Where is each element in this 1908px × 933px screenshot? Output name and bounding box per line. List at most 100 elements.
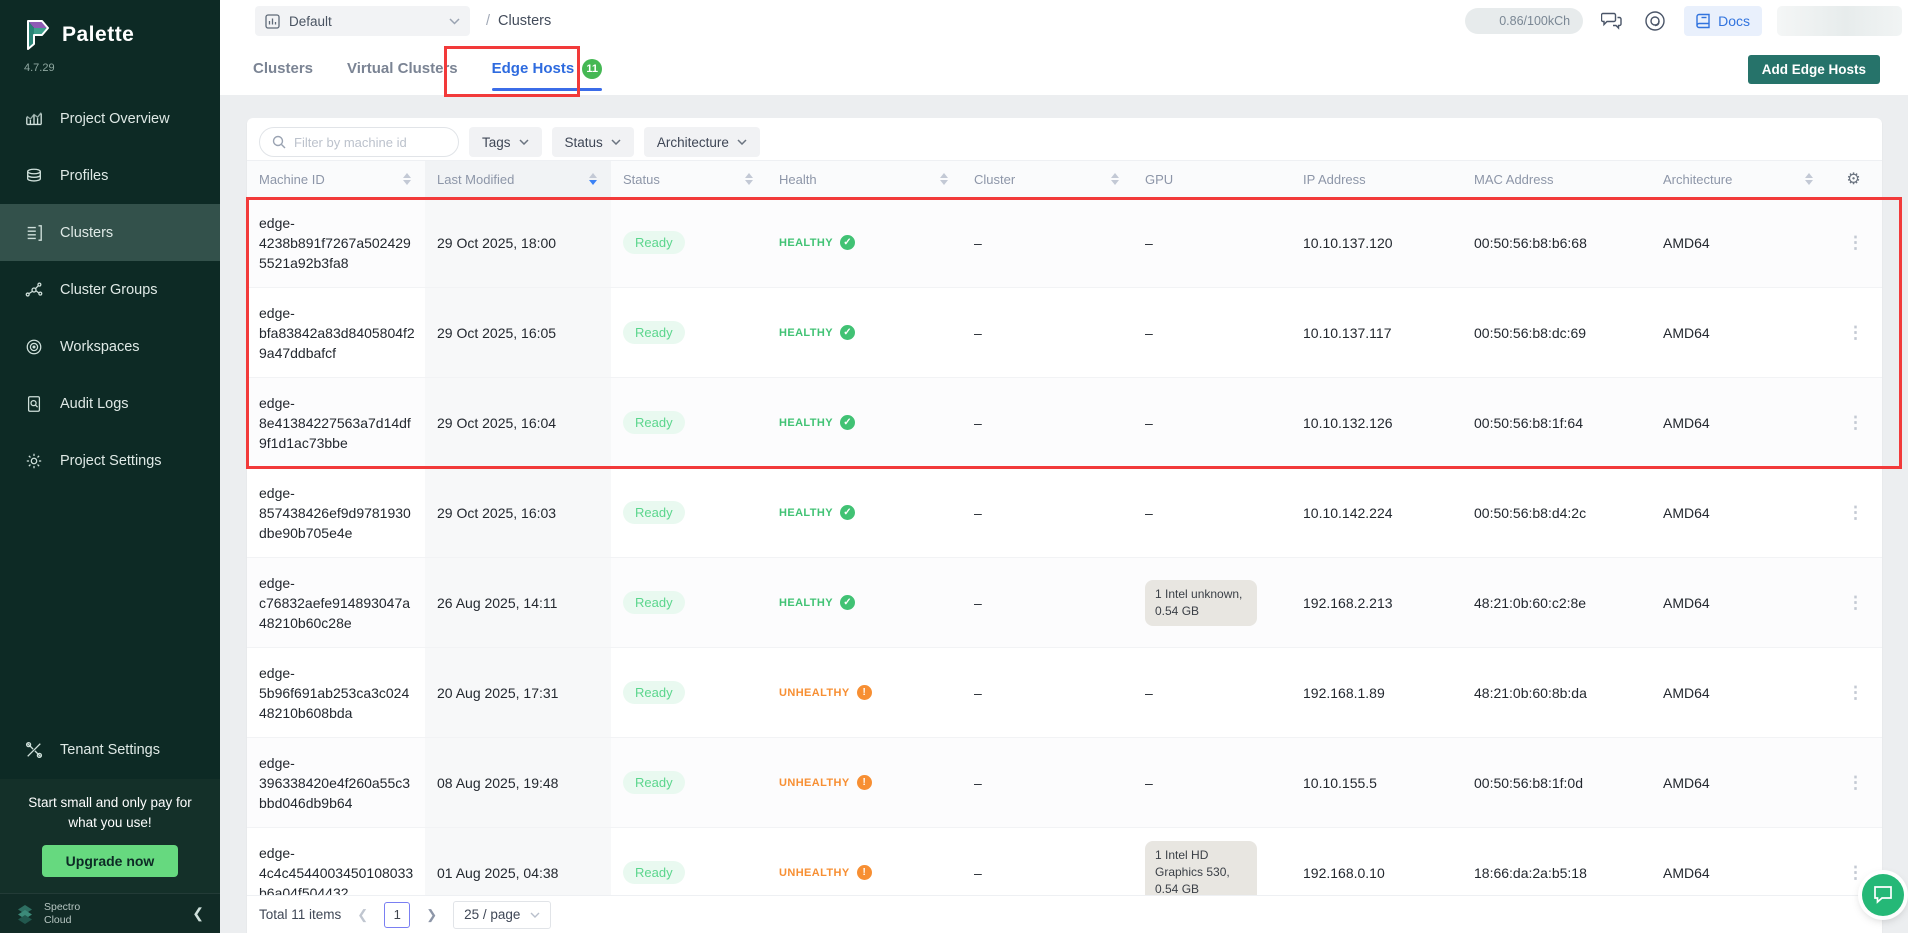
last-modified-cell: 26 Aug 2025, 14:11: [425, 558, 611, 647]
filter-architecture-dropdown[interactable]: Architecture: [644, 127, 760, 157]
support-icon[interactable]: [1641, 7, 1669, 35]
chevron-down-icon: [611, 139, 621, 145]
ip-address-cell: 192.168.1.89: [1291, 648, 1462, 737]
architecture-cell: AMD64: [1651, 648, 1827, 737]
sidebar-item-audit-logs[interactable]: Audit Logs: [0, 375, 220, 432]
total-items-label: Total 11 items: [259, 907, 341, 922]
user-avatar[interactable]: [1777, 6, 1902, 36]
healthy-check-icon: ✓: [840, 235, 855, 250]
cluster-cell: –: [962, 558, 1133, 647]
status-badge: Ready: [623, 411, 685, 434]
target-icon: [24, 337, 44, 357]
status-badge: Ready: [623, 591, 685, 614]
breadcrumb-current[interactable]: Clusters: [498, 13, 551, 29]
health-cell: HEALTHY ✓: [767, 558, 962, 647]
machine-id-cell: edge-c76832aefe914893047a48210b60c28e: [259, 573, 415, 633]
gpu-cell: –: [1133, 288, 1291, 377]
column-header-health[interactable]: Health: [767, 161, 962, 197]
sort-icon: [403, 173, 411, 185]
next-page-icon[interactable]: ❯: [424, 907, 439, 923]
column-settings-gear-icon[interactable]: ⚙: [1827, 161, 1882, 197]
breadcrumb: / Clusters: [486, 13, 551, 29]
table-row[interactable]: edge-bfa83842a83d8405804f29a47ddbafcf 29…: [247, 288, 1882, 378]
sidebar-nav: Project Overview Profiles Clusters Clust…: [0, 90, 220, 489]
machine-id-cell: edge-4238b891f7267a5024295521a92b3fa8: [259, 213, 415, 273]
sidebar-item-clusters[interactable]: Clusters: [0, 204, 220, 261]
table-row[interactable]: edge-396338420e4f260a55c3bbd046db9b64 08…: [247, 738, 1882, 828]
column-header-machine-id[interactable]: Machine ID: [247, 161, 425, 197]
row-menu-icon[interactable]: ⋮: [1839, 769, 1872, 797]
sidebar-collapse-icon[interactable]: ❮: [192, 905, 204, 922]
last-modified-cell: 29 Oct 2025, 16:04: [425, 378, 611, 467]
last-modified-cell: 29 Oct 2025, 18:00: [425, 198, 611, 287]
row-menu-icon[interactable]: ⋮: [1839, 409, 1872, 437]
sort-icon: [589, 173, 597, 185]
docs-button[interactable]: Docs: [1684, 6, 1762, 36]
mac-address-cell: 48:21:0b:60:8b:da: [1462, 648, 1651, 737]
machine-id-cell: edge-5b96f691ab253ca3c02448210b608bda: [259, 663, 415, 723]
topbar-actions: 0.86/100kCh Docs: [1465, 6, 1902, 36]
cluster-cell: –: [962, 378, 1133, 467]
cluster-cell: –: [962, 648, 1133, 737]
cluster-cell: –: [962, 198, 1133, 287]
table-row[interactable]: edge-5b96f691ab253ca3c02448210b608bda 20…: [247, 648, 1882, 738]
row-menu-icon[interactable]: ⋮: [1839, 319, 1872, 347]
column-header-last-modified[interactable]: Last Modified: [425, 161, 611, 197]
version-label: 4.7.29: [0, 54, 220, 84]
table-row[interactable]: edge-8e41384227563a7d14df9f1d1ac73bbe 29…: [247, 378, 1882, 468]
healthy-check-icon: ✓: [840, 595, 855, 610]
table-row[interactable]: edge-4238b891f7267a5024295521a92b3fa8 29…: [247, 198, 1882, 288]
sidebar-item-project-settings[interactable]: Project Settings: [0, 432, 220, 489]
tab-virtual-clusters[interactable]: Virtual Clusters: [347, 42, 458, 95]
table-row[interactable]: edge-c76832aefe914893047a48210b60c28e 26…: [247, 558, 1882, 648]
table-row[interactable]: edge-857438426ef9d9781930dbe90b705e4e 29…: [247, 468, 1882, 558]
sidebar-item-tenant-settings[interactable]: Tenant Settings: [0, 722, 220, 779]
architecture-cell: AMD64: [1651, 558, 1827, 647]
palette-logo: Palette: [0, 0, 220, 54]
mac-address-cell: 00:50:56:b8:dc:69: [1462, 288, 1651, 377]
sidebar-item-project-overview[interactable]: Project Overview: [0, 90, 220, 147]
status-badge: Ready: [623, 681, 685, 704]
tab-edge-hosts[interactable]: Edge Hosts11: [492, 42, 603, 95]
filter-dropdowns: Tags Status Architecture: [469, 127, 760, 157]
chevron-down-icon: [737, 139, 747, 145]
row-menu-icon[interactable]: ⋮: [1839, 229, 1872, 257]
column-header-status[interactable]: Status: [611, 161, 767, 197]
tab-clusters[interactable]: Clusters: [253, 42, 313, 95]
app-title: Palette: [62, 23, 134, 47]
search-icon: [272, 135, 286, 149]
page-size-select[interactable]: 25 / page: [453, 901, 551, 929]
filter-status-dropdown[interactable]: Status: [552, 127, 634, 157]
unhealthy-warning-icon: !: [857, 865, 872, 880]
column-header-architecture[interactable]: Architecture: [1651, 161, 1827, 197]
table-header: Machine ID Last Modified Status Health C…: [247, 160, 1882, 198]
column-header-mac-address[interactable]: MAC Address: [1462, 161, 1651, 197]
row-menu-icon[interactable]: ⋮: [1839, 589, 1872, 617]
chat-icon[interactable]: [1598, 7, 1626, 35]
gpu-cell: 1 Intel unknown, 0.54 GB: [1133, 558, 1291, 647]
filter-tags-dropdown[interactable]: Tags: [469, 127, 542, 157]
search-input[interactable]: [294, 135, 444, 150]
sidebar-item-workspaces[interactable]: Workspaces: [0, 318, 220, 375]
filter-bar: Tags Status Architecture: [247, 118, 1882, 160]
upgrade-now-button[interactable]: Upgrade now: [42, 845, 179, 877]
project-selector-value: Default: [289, 14, 332, 29]
add-edge-hosts-button[interactable]: Add Edge Hosts: [1748, 55, 1880, 84]
column-header-ip-address[interactable]: IP Address: [1291, 161, 1462, 197]
spectro-cloud-logo-icon: [14, 903, 36, 925]
column-header-cluster[interactable]: Cluster: [962, 161, 1133, 197]
column-header-gpu[interactable]: GPU: [1133, 161, 1291, 197]
ip-address-cell: 10.10.137.120: [1291, 198, 1462, 287]
health-cell: HEALTHY ✓: [767, 468, 962, 557]
machine-id-search[interactable]: [259, 127, 459, 157]
prev-page-icon[interactable]: ❮: [355, 907, 370, 923]
row-menu-icon[interactable]: ⋮: [1839, 679, 1872, 707]
row-menu-icon[interactable]: ⋮: [1839, 499, 1872, 527]
chat-fab-button[interactable]: [1862, 874, 1904, 916]
sidebar-item-profiles[interactable]: Profiles: [0, 147, 220, 204]
status-badge: Ready: [623, 321, 685, 344]
project-selector[interactable]: Default: [255, 6, 470, 36]
health-cell: HEALTHY ✓: [767, 378, 962, 467]
page-number[interactable]: 1: [384, 902, 410, 928]
sidebar-item-cluster-groups[interactable]: Cluster Groups: [0, 261, 220, 318]
